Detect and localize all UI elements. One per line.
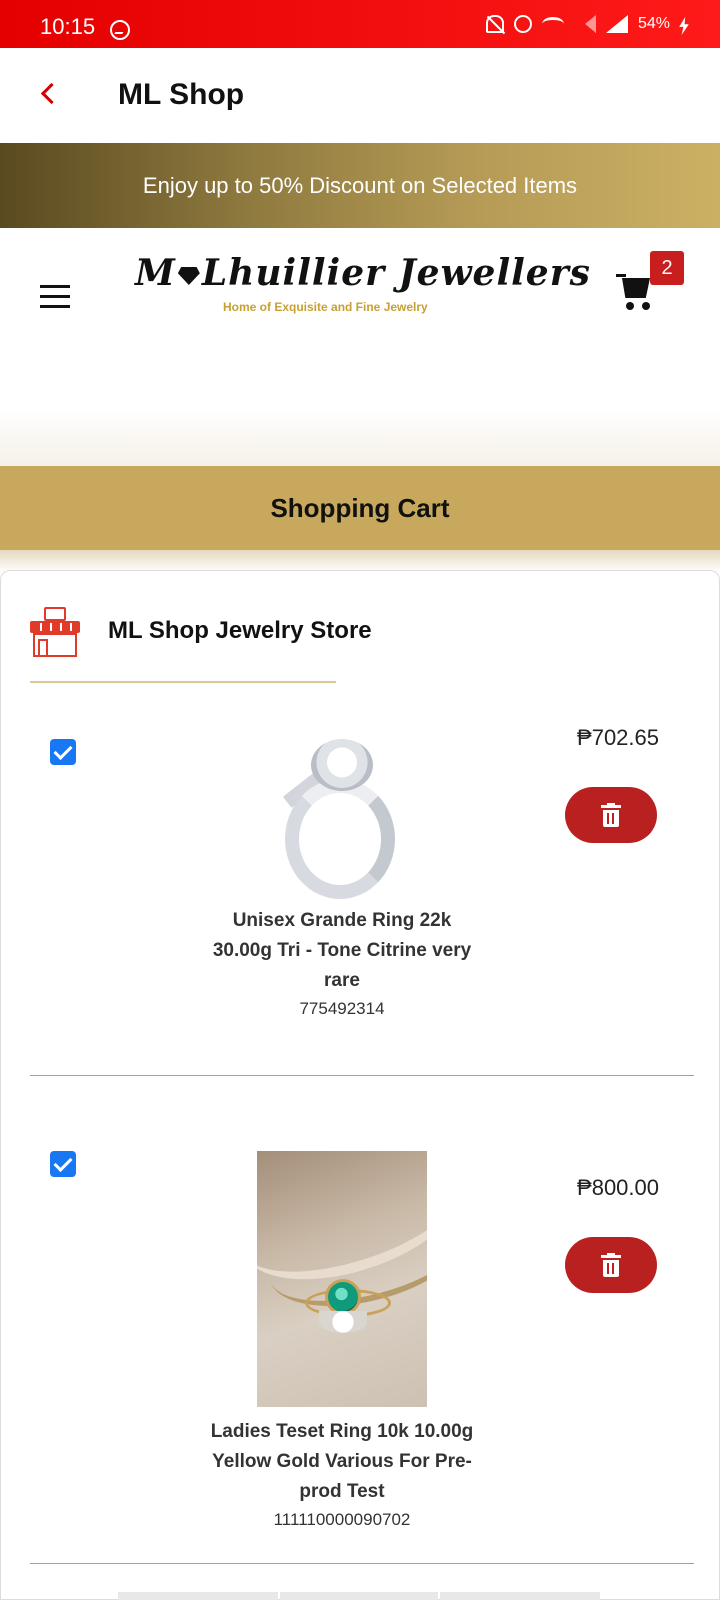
logo-tagline: Home of Exquisite and Fine Jewelry	[223, 300, 428, 314]
back-chevron-icon[interactable]	[40, 84, 60, 104]
delete-button[interactable]	[565, 787, 657, 843]
status-time: 10:15	[40, 14, 96, 39]
item-price: ₱702.65	[577, 725, 659, 750]
alarm-icon	[513, 15, 532, 33]
wifi-icon	[541, 17, 564, 31]
battery-percent: 54%	[637, 15, 670, 32]
promo-banner: Enjoy up to 50% Discount on Selected Ite…	[0, 143, 720, 228]
trash-icon	[601, 1253, 621, 1277]
product-sku: 775492314	[299, 999, 385, 1018]
product-image[interactable]	[271, 739, 411, 899]
item-divider	[30, 1563, 694, 1564]
heading-shadow	[0, 550, 720, 572]
store-underline	[30, 681, 336, 683]
shopping-cart-title: Shopping Cart	[270, 492, 450, 523]
bottom-tab[interactable]	[118, 1592, 278, 1600]
messenger-icon	[110, 20, 130, 40]
product-sku: 111110000090702	[273, 1510, 411, 1529]
status-icons: 54%	[485, 15, 670, 33]
item-checkbox[interactable]	[50, 739, 76, 765]
product-image[interactable]	[257, 1151, 427, 1407]
product-name[interactable]: Unisex Grande Ring 22k 30.00g Tri - Tone…	[201, 906, 483, 996]
menu-icon[interactable]	[40, 285, 70, 308]
item-price: ₱800.00	[577, 1175, 659, 1200]
trash-icon	[601, 803, 621, 827]
app-title: ML Shop	[118, 78, 245, 111]
store-icon	[30, 607, 80, 657]
signal-icon	[573, 15, 596, 33]
delete-button[interactable]	[565, 1237, 657, 1293]
shopping-cart-heading: Shopping Cart	[0, 466, 720, 550]
mute-icon	[485, 15, 504, 33]
promo-text: Enjoy up to 50% Discount on Selected Ite…	[142, 172, 578, 198]
product-name[interactable]: Ladies Teset Ring 10k 10.00g Yellow Gold…	[201, 1417, 483, 1507]
bottom-tab[interactable]	[280, 1592, 438, 1600]
cart-count-badge: 2	[650, 251, 684, 285]
item-divider	[30, 1075, 694, 1076]
store-header: M Lhuillier Jewellers Home of Exquisite a…	[0, 228, 720, 466]
signal-icon	[605, 15, 628, 33]
bottom-tab[interactable]	[440, 1592, 600, 1600]
item-checkbox[interactable]	[50, 1151, 76, 1177]
app-bar: ML Shop	[0, 48, 720, 143]
logo-wordmark: M Lhuillier Jewellers	[135, 252, 591, 294]
cart-card: ML Shop Jewelry Store ₱702.65 Unisex Gra…	[0, 570, 720, 1600]
diamond-icon	[177, 267, 200, 285]
brand-logo[interactable]: M Lhuillier Jewellers Home of Exquisite a…	[135, 252, 591, 322]
status-bar: 10:15 54%	[0, 0, 720, 48]
charging-icon	[679, 17, 689, 35]
store-name: ML Shop Jewelry Store	[108, 617, 372, 644]
